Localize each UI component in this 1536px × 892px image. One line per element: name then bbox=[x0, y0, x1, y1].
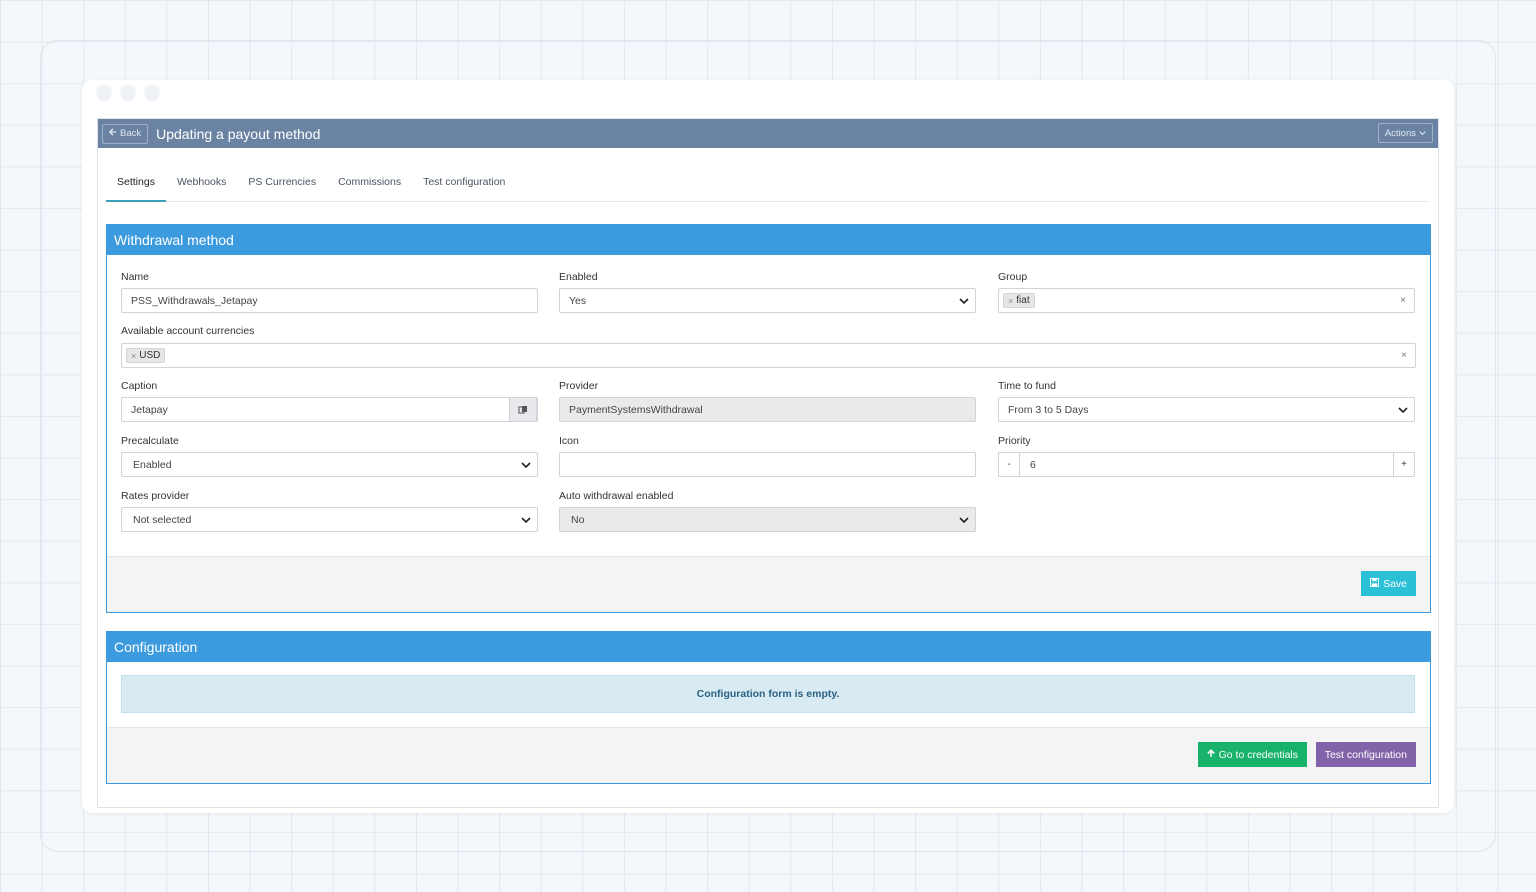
chevron-down-icon bbox=[1419, 128, 1426, 139]
top-bar: Back Updating a payout method Actions bbox=[98, 119, 1438, 148]
tab-webhooks[interactable]: Webhooks bbox=[166, 168, 237, 202]
configuration-card-footer: Test configuration Go to credentials bbox=[107, 727, 1430, 783]
chevron-down-icon bbox=[959, 517, 969, 524]
currencies-select[interactable]: × USD × bbox=[121, 343, 1416, 368]
copy-icon bbox=[518, 405, 527, 413]
window-close-dot[interactable] bbox=[96, 85, 112, 101]
icon-label: Icon bbox=[559, 435, 579, 447]
group-select[interactable]: × fiat × bbox=[998, 288, 1415, 313]
withdrawal-method-header: Withdrawal method bbox=[107, 225, 1430, 255]
chevron-down-icon bbox=[959, 298, 969, 305]
save-label: Save bbox=[1383, 577, 1407, 590]
time-to-fund-value: From 3 to 5 Days bbox=[1008, 403, 1089, 416]
window-minimize-dot[interactable] bbox=[120, 85, 136, 101]
icon-input[interactable] bbox=[559, 452, 976, 477]
group-tag[interactable]: × fiat bbox=[1003, 293, 1035, 308]
auto-withdrawal-label: Auto withdrawal enabled bbox=[559, 490, 674, 502]
enabled-label: Enabled bbox=[559, 271, 598, 283]
precalculate-select[interactable]: Enabled bbox=[121, 452, 538, 477]
tab-commissions[interactable]: Commissions bbox=[327, 168, 412, 202]
app-window: Back Updating a payout method Actions Se… bbox=[82, 80, 1454, 813]
window-maximize-dot[interactable] bbox=[144, 85, 160, 101]
clear-icon[interactable]: × bbox=[1400, 295, 1406, 306]
actions-label: Actions bbox=[1384, 127, 1416, 139]
remove-tag-icon[interactable]: × bbox=[1008, 296, 1013, 306]
auto-withdrawal-value: No bbox=[571, 513, 585, 526]
time-to-fund-label: Time to fund bbox=[998, 380, 1056, 392]
enabled-select[interactable]: Yes bbox=[559, 288, 976, 313]
name-input[interactable]: PSS_Withdrawals_Jetapay bbox=[121, 288, 538, 313]
chevron-down-icon bbox=[1398, 407, 1408, 414]
copy-button[interactable] bbox=[509, 397, 537, 422]
configuration-card: Configuration Configuration form is empt… bbox=[106, 631, 1431, 784]
currencies-label: Available account currencies bbox=[121, 325, 255, 337]
provider-label: Provider bbox=[559, 380, 599, 392]
back-label: Back bbox=[120, 128, 142, 139]
currency-tag-label: USD bbox=[139, 350, 161, 361]
tab-bar: Settings Webhooks PS Currencies Commissi… bbox=[106, 168, 1430, 202]
test-configuration-button[interactable]: Test configuration bbox=[1315, 742, 1416, 767]
window-controls bbox=[96, 85, 160, 101]
provider-input: PaymentSystemsWithdrawal bbox=[559, 397, 976, 422]
go-to-credentials-label: Go to credentials bbox=[1218, 748, 1298, 761]
rates-provider-label: Rates provider bbox=[121, 490, 190, 502]
main-panel: Back Updating a payout method Actions Se… bbox=[97, 118, 1439, 808]
priority-label: Priority bbox=[998, 435, 1031, 447]
configuration-empty-alert: Configuration form is empty. bbox=[121, 675, 1415, 713]
caption-input[interactable]: Jetapay bbox=[121, 397, 538, 422]
enabled-value: Yes bbox=[569, 294, 587, 307]
tab-test-configuration[interactable]: Test configuration bbox=[412, 168, 516, 202]
precalculate-value: Enabled bbox=[133, 458, 172, 471]
chevron-down-icon bbox=[521, 462, 531, 469]
name-label: Name bbox=[121, 271, 150, 283]
group-tag-label: fiat bbox=[1016, 295, 1030, 306]
group-label: Group bbox=[998, 271, 1028, 283]
caption-label: Caption bbox=[121, 380, 158, 392]
page-title: Updating a payout method bbox=[156, 125, 321, 142]
tab-ps-currencies[interactable]: PS Currencies bbox=[237, 168, 327, 202]
auto-withdrawal-select: No bbox=[559, 507, 976, 532]
time-to-fund-select[interactable]: From 3 to 5 Days bbox=[998, 397, 1415, 422]
arrow-up-icon bbox=[1206, 748, 1215, 761]
rates-provider-value: Not selected bbox=[133, 513, 192, 526]
chevron-down-icon bbox=[521, 517, 531, 524]
configuration-header: Configuration bbox=[107, 632, 1430, 662]
precalculate-label: Precalculate bbox=[121, 435, 179, 447]
withdrawal-method-card: Withdrawal method Name PSS_Withdrawals_J… bbox=[106, 224, 1431, 613]
rates-provider-select[interactable]: Not selected bbox=[121, 507, 538, 532]
actions-dropdown[interactable]: Actions bbox=[1377, 123, 1433, 143]
provider-value: PaymentSystemsWithdrawal bbox=[569, 403, 703, 416]
caption-value: Jetapay bbox=[131, 403, 168, 416]
name-value: PSS_Withdrawals_Jetapay bbox=[131, 294, 258, 307]
priority-stepper[interactable]: - 6 + bbox=[998, 452, 1415, 477]
save-icon bbox=[1370, 577, 1380, 590]
priority-increment-button[interactable]: + bbox=[1393, 452, 1415, 477]
clear-icon[interactable]: × bbox=[1401, 350, 1407, 361]
remove-tag-icon[interactable]: × bbox=[131, 351, 136, 361]
withdrawal-card-footer: Save bbox=[107, 556, 1430, 612]
tab-settings[interactable]: Settings bbox=[106, 168, 166, 202]
priority-decrement-button[interactable]: - bbox=[998, 452, 1020, 477]
save-button[interactable]: Save bbox=[1361, 571, 1416, 596]
priority-value: 6 bbox=[1030, 458, 1036, 471]
back-button[interactable]: Back bbox=[102, 123, 149, 144]
test-configuration-label: Test configuration bbox=[1324, 748, 1407, 761]
currency-tag[interactable]: × USD bbox=[126, 348, 166, 363]
arrow-left-icon bbox=[108, 128, 117, 139]
go-to-credentials-button[interactable]: Go to credentials bbox=[1197, 742, 1307, 767]
